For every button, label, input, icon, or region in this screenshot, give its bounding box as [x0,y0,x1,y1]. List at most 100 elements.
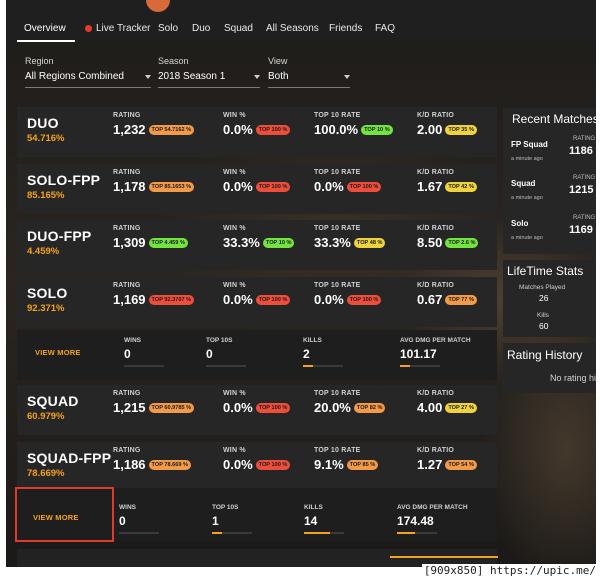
stat-kd: K/D RATIO 2.00 TOP 35 % [417,112,477,137]
match-rating-label: RATING [573,136,596,142]
tab-label: Live Tracker [96,23,151,34]
tab-faq[interactable]: FAQ [375,23,395,34]
stat-value: 0.0% [223,122,253,137]
mode-percentile: 54.716% [27,133,65,144]
region-label: Region [25,56,54,66]
tab-friends[interactable]: Friends [329,23,362,34]
match-rating: 1215 [569,184,594,196]
stat-label: TOP 10 RATE [314,169,361,176]
mode-card-solo[interactable]: SOLO 92.371% RATING 1,169 TOP 92.3707 % WIN %… [17,277,497,327]
stat-label: WIN % [223,282,246,289]
match-mode: Squad [511,179,536,188]
tab-squad[interactable]: Squad [224,23,253,34]
stat-value: 1,232 [113,122,146,137]
stat-value: 1.67 [417,179,443,194]
tab-solo[interactable]: Solo [158,23,178,34]
mode-percentile: 92.371% [27,303,65,314]
percentile-badge: TOP 54.7162 % [148,124,195,135]
stat-value: 0.0% [223,179,253,194]
percentile-badge: TOP 2.6 % [445,237,479,248]
percentile-badge: TOP 10 % [262,237,295,248]
recent-match-item[interactable]: Solo a minute ago RATING 1169 [503,214,596,252]
tab-label: Duo [192,23,211,34]
stat-value: 1 [212,514,219,528]
stat-rating: RATING 1,178 TOP 85.1653 % [113,169,195,194]
stat-label: K/D RATIO [417,169,455,176]
percentile-badge: TOP 100 % [346,294,382,305]
mode-card-duo[interactable]: DUO 54.716% RATING 1,232 TOP 54.7162 % WIN % 0… [17,107,497,157]
progress-bar [119,532,159,534]
region-select[interactable]: Region All Regions Combined [25,56,151,88]
lifetime-stats-title: LifeTime Stats [507,264,584,278]
view-more-button[interactable]: VIEW MORE [35,348,81,357]
percentile-badge: TOP 10 % [361,124,393,135]
recent-match-item[interactable]: Squad a minute ago RATING 1215 [503,175,596,213]
avatar[interactable] [146,0,170,12]
stat-value: 2 [303,347,310,361]
mode-percentile: 78.669% [27,468,65,479]
tab-overview[interactable]: Overview [24,23,66,34]
mode-name: SQUAD [27,393,79,409]
stat-label: K/D RATIO [417,447,455,454]
progress-bar [303,365,343,367]
stat-label: WIN % [223,112,246,119]
stat-value: 100.0% [314,122,359,137]
stat-rating: RATING 1,309 TOP 4.459 % [113,225,188,250]
stat-rating: RATING 1,186 TOP 78.669 % [113,447,192,472]
mode-name: SQUAD-FPP [27,450,112,466]
live-dot-icon [85,25,92,32]
tab-label: Overview [24,23,66,34]
stat-win: WIN % 0.0% TOP 100 % [223,112,291,137]
rating-history-panel: Rating History No rating his [503,343,596,393]
mode-name: SOLO-FPP [27,172,101,188]
tab-all-seasons[interactable]: All Seasons [266,23,319,34]
stat-value: 0.0% [223,400,253,415]
stat-top10: TOP 10 RATE 9.1% TOP 85 % [314,447,379,472]
season-select[interactable]: Season 2018 Season 1 [158,56,260,88]
stat-label: TOP 10S [206,337,233,344]
percentile-badge: TOP 77 % [445,294,477,305]
mode-card-solo-fpp[interactable]: SOLO-FPP 85.165% RATING 1,178 TOP 85.1653 % W… [17,164,497,214]
percentile-badge: TOP 100 % [346,181,382,192]
mode-name: SOLO [27,285,68,301]
stat-label: RATING [113,282,141,289]
tab-live-tracker[interactable]: Live Tracker [85,23,150,34]
stat-value: 20.0% [314,400,351,415]
mode-name: DUO-FPP [27,228,92,244]
chevron-down-icon [145,74,151,79]
stat-value: 0 [206,347,213,361]
percentile-badge: TOP 92.3707 % [148,294,195,305]
region-value: All Regions Combined [25,71,124,82]
mode-card-squad[interactable]: SQUAD 60.979% RATING 1,215 TOP 60.9785 % WIN … [17,385,497,435]
stat-top10: TOP 10 RATE 0.0% TOP 100 % [314,282,382,307]
season-value: 2018 Season 1 [158,71,226,82]
stat-label: TOP 10 RATE [314,447,361,454]
view-select[interactable]: View Both [268,56,350,88]
tab-label: FAQ [375,23,396,34]
stat-kills: KILLS 2 [303,337,343,367]
mode-card-squad-fpp[interactable]: SQUAD-FPP 78.669% RATING 1,186 TOP 78.669 % W… [17,442,497,488]
stat-avg-dmg: AVG DMG PER MATCH 101.17 [400,337,471,367]
match-mode: FP Squad [511,140,548,149]
mode-card-duo-fpp[interactable]: DUO-FPP 4.459% RATING 1,309 TOP 4.459 % WIN %… [17,220,497,270]
percentile-badge: TOP 60.9785 % [148,402,195,413]
stat-top10s: TOP 10S 0 [206,337,246,367]
stat-value: 9.1% [314,457,344,472]
mode-name: DUO [27,115,59,131]
stat-avg-dmg: AVG DMG PER MATCH 174.48 [397,504,468,534]
stat-value: 1,178 [113,179,146,194]
stat-value: 33.3% [314,235,351,250]
recent-match-item[interactable]: FP Squad a minute ago RATING 1186 [503,135,596,173]
match-mode: Solo [511,219,529,228]
percentile-badge: TOP 82 % [353,402,386,413]
stat-label: K/D RATIO [417,112,455,119]
stat-label: RATING [113,112,141,119]
stat-value: 101.17 [400,347,437,361]
stat-label: WINS [119,504,136,511]
stat-label: RATING [113,225,141,232]
stat-kd: K/D RATIO 1.67 TOP 42 % [417,169,477,194]
lifetime-stats-panel: LifeTime Stats Matches Played 26 Kills 6… [503,260,596,337]
tab-duo[interactable]: Duo [192,23,210,34]
match-time: a minute ago [511,195,543,201]
stat-top10: TOP 10 RATE 100.0% TOP 10 % [314,112,393,137]
